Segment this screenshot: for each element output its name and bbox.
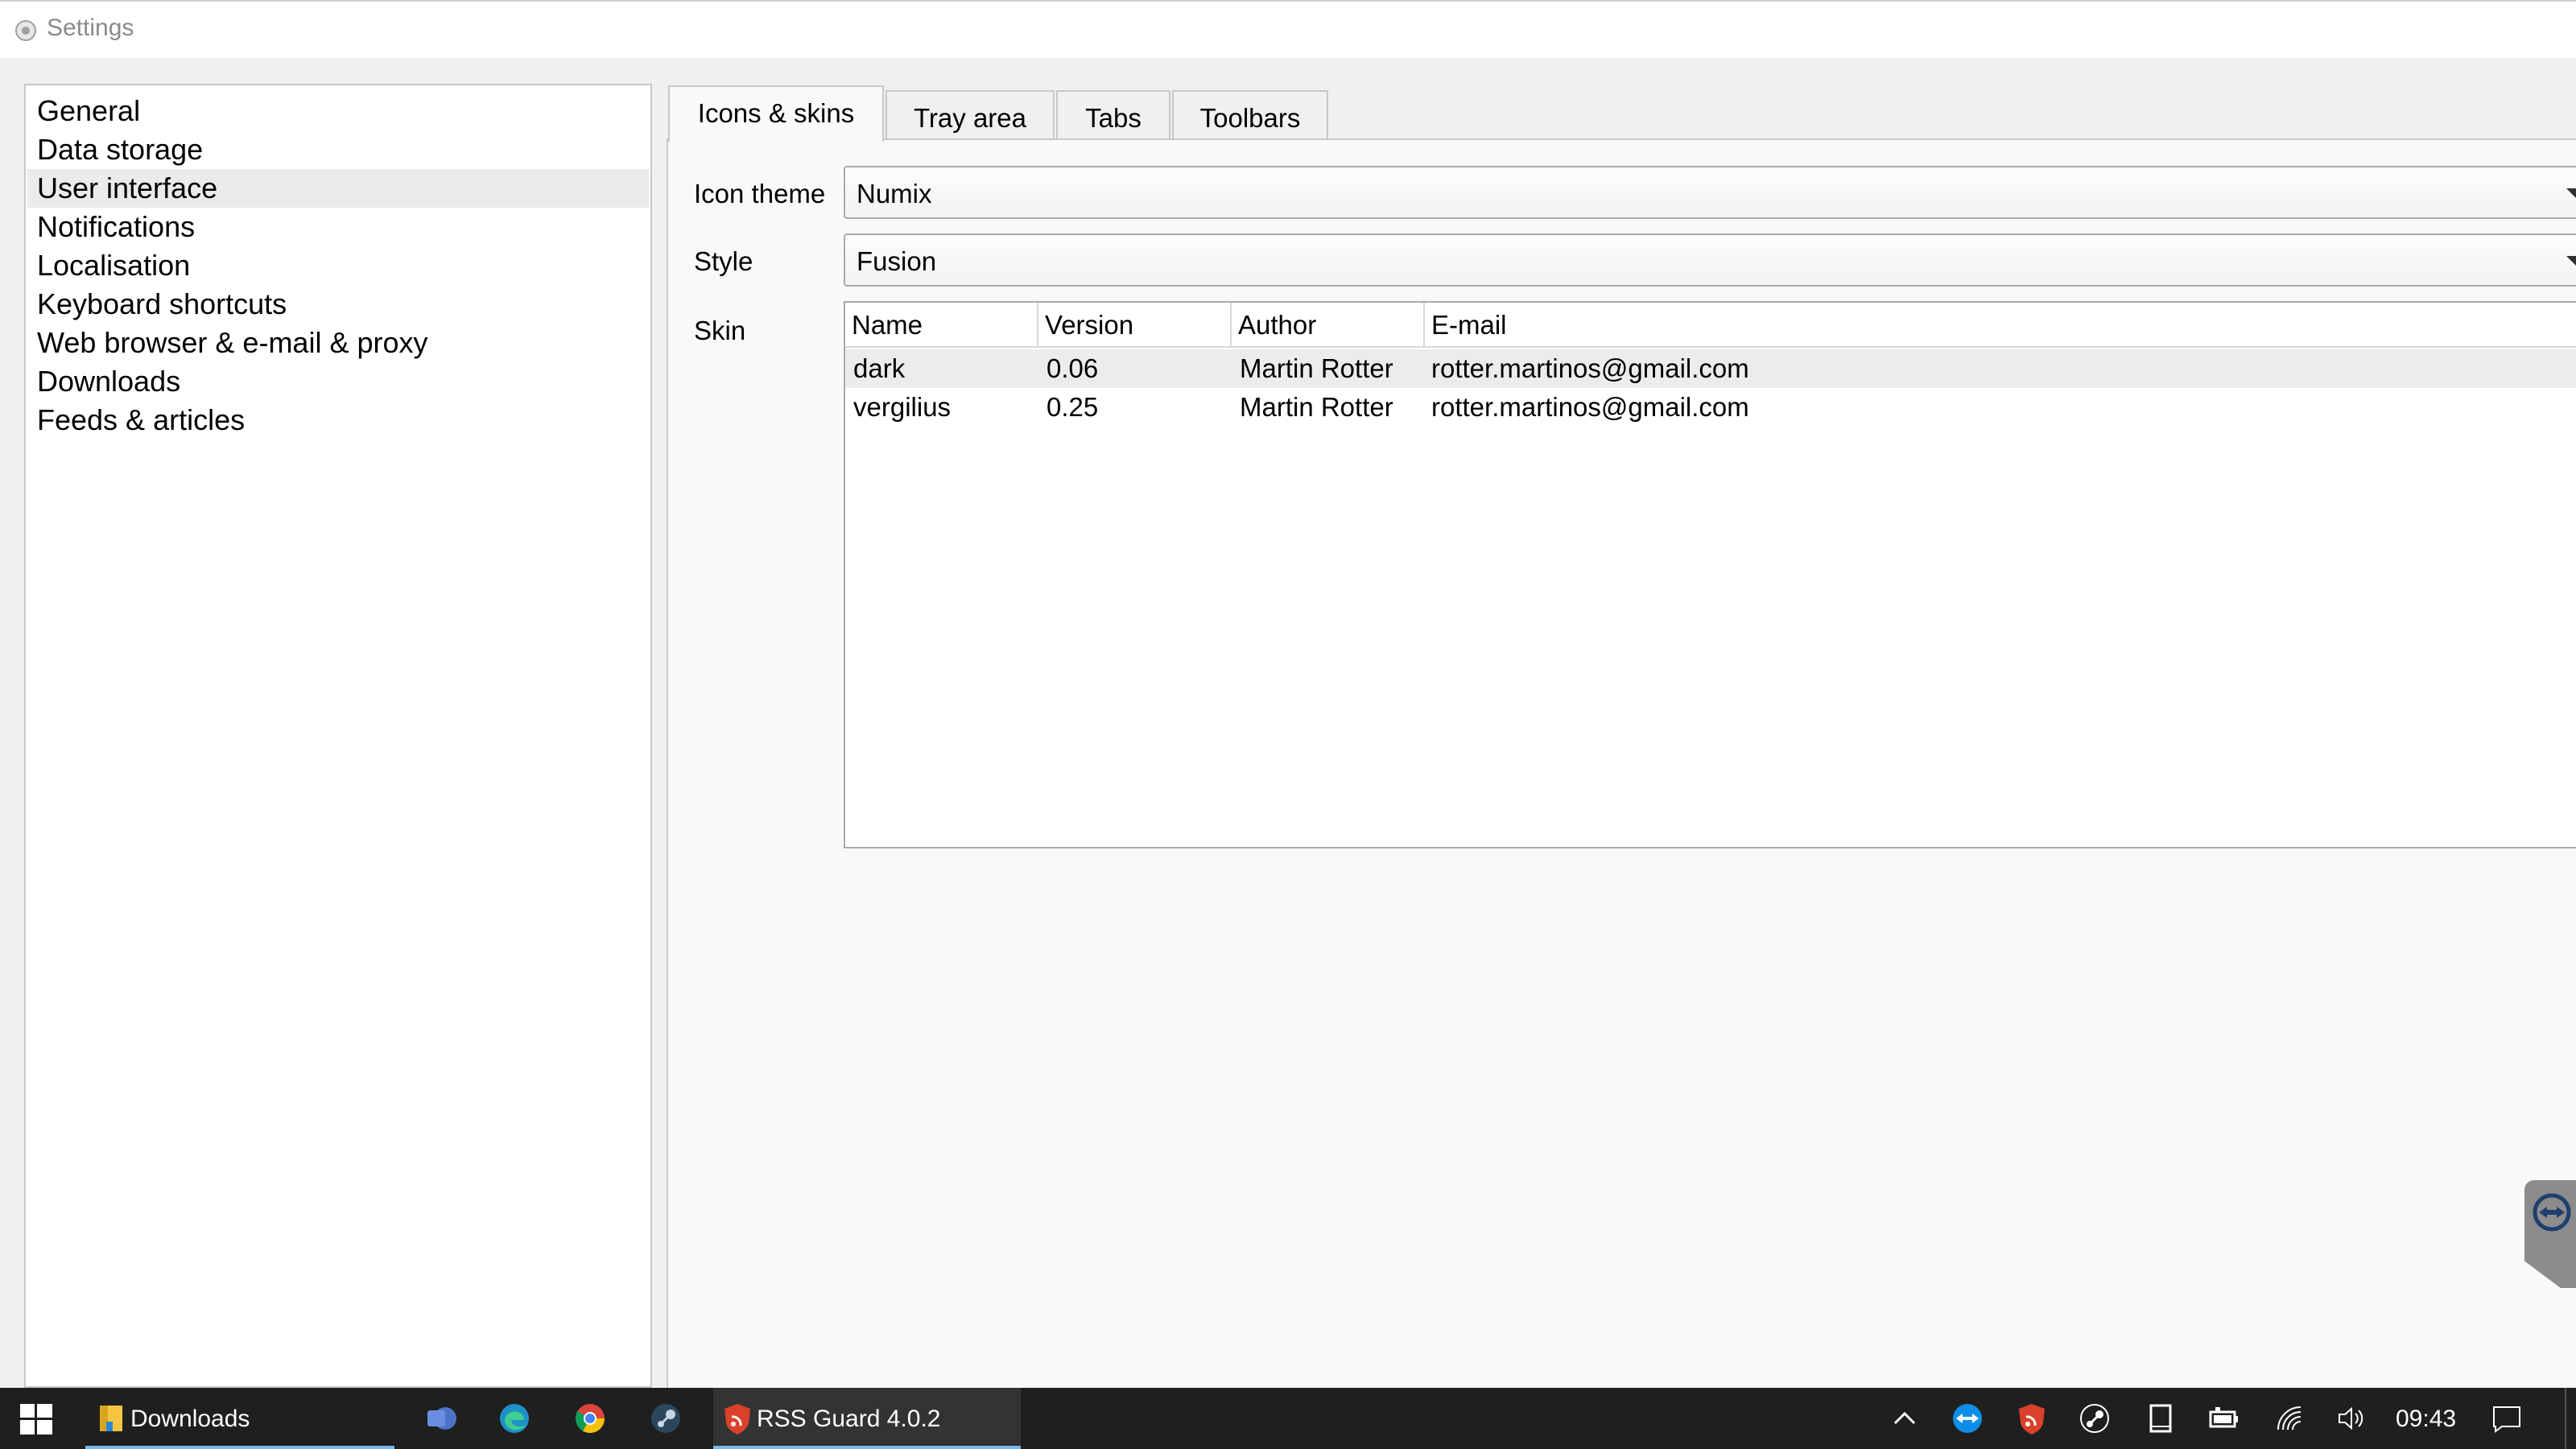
start-button[interactable] <box>0 1388 72 1449</box>
teams-icon <box>427 1407 456 1430</box>
cell-author: Martin Rotter <box>1240 353 1393 383</box>
file-explorer-icon <box>100 1406 122 1431</box>
nav-item-downloads[interactable]: Downloads <box>27 362 649 401</box>
teamviewer-icon[interactable] <box>1951 1402 1984 1435</box>
rss-guard-tray-icon[interactable] <box>2016 1402 2048 1435</box>
table-row[interactable]: vergilius 0.25 Martin Rotter rotter.mart… <box>845 388 2576 427</box>
window-title-bar: Settings <box>0 0 2576 58</box>
cell-version: 0.25 <box>1046 392 1099 422</box>
cell-name: dark <box>853 353 906 383</box>
style-value: Fusion <box>857 246 937 276</box>
nav-item-feeds-articles[interactable]: Feeds & articles <box>27 401 649 440</box>
action-center-icon[interactable] <box>2491 1402 2523 1435</box>
edge-icon <box>500 1404 529 1433</box>
rss-guard-icon <box>724 1404 750 1435</box>
taskbar-clock[interactable]: 09:43 <box>2396 1406 2456 1433</box>
tab-tray-area-label: Tray area <box>914 103 1026 133</box>
nav-item-user-interface[interactable]: User interface <box>27 169 649 208</box>
windows-start-icon <box>20 1404 52 1435</box>
tab-icons-skins[interactable]: Icons & skins <box>668 85 884 142</box>
tablet-icon[interactable] <box>2145 1402 2177 1435</box>
cell-email: rotter.martinos@gmail.com <box>1431 392 1749 422</box>
icon-theme-value: Numix <box>857 179 932 208</box>
style-label: Style <box>694 246 753 276</box>
taskbar: Downloads RSS Guard 4.0.2 09:43 <box>0 1388 2576 1449</box>
icon-theme-combobox[interactable]: Numix <box>844 166 2576 219</box>
nav-item-localisation[interactable]: Localisation <box>27 246 649 285</box>
column-header-name[interactable]: Name <box>845 303 1038 346</box>
column-header-version[interactable]: Version <box>1038 303 1232 346</box>
skins-table[interactable]: Name Version Author E-mail dark 0.06 Mar… <box>844 301 2576 848</box>
steam-tray-icon[interactable] <box>2079 1402 2111 1435</box>
nav-item-notifications[interactable]: Notifications <box>27 208 649 246</box>
taskbar-app-downloads[interactable]: Downloads <box>85 1388 394 1449</box>
volume-icon[interactable] <box>2336 1402 2368 1435</box>
skin-label: Skin <box>694 316 746 345</box>
style-combobox[interactable]: Fusion <box>844 233 2576 287</box>
column-header-email[interactable]: E-mail <box>1425 303 2576 346</box>
tab-tabs[interactable]: Tabs <box>1056 90 1170 142</box>
tab-toolbars[interactable]: Toolbars <box>1172 90 1328 142</box>
taskbar-app-rss-guard-label: RSS Guard 4.0.2 <box>757 1406 941 1432</box>
taskbar-pinned-chrome[interactable] <box>570 1388 610 1449</box>
nav-item-keyboard-shortcuts[interactable]: Keyboard shortcuts <box>27 285 649 324</box>
taskbar-pinned-steam[interactable] <box>646 1388 686 1449</box>
show-hidden-icons-chevron-icon[interactable] <box>1889 1402 1921 1435</box>
cell-email: rotter.martinos@gmail.com <box>1431 353 1749 383</box>
wifi-icon[interactable] <box>2273 1402 2306 1435</box>
taskbar-app-rss-guard[interactable]: RSS Guard 4.0.2 <box>713 1388 1021 1449</box>
chevron-down-icon <box>2566 256 2576 266</box>
settings-gear-icon <box>15 20 36 41</box>
tab-toolbars-label: Toolbars <box>1199 103 1301 133</box>
steam-icon <box>651 1404 680 1433</box>
window-title: Settings <box>47 14 134 41</box>
tab-icons-skins-label: Icons & skins <box>697 98 855 128</box>
chrome-icon <box>575 1404 605 1434</box>
nav-item-web-browser-email-proxy[interactable]: Web browser & e-mail & proxy <box>27 324 649 362</box>
taskbar-pinned-teams[interactable] <box>420 1388 460 1449</box>
nav-item-general[interactable]: General <box>27 92 649 130</box>
cell-author: Martin Rotter <box>1240 392 1393 422</box>
nav-item-data-storage[interactable]: Data storage <box>27 130 649 169</box>
taskbar-app-downloads-label: Downloads <box>130 1406 250 1432</box>
tab-tray-area[interactable]: Tray area <box>886 90 1055 142</box>
show-desktop-button[interactable] <box>2565 1388 2566 1449</box>
chevron-down-icon <box>2566 188 2576 198</box>
icon-theme-label: Icon theme <box>694 179 826 208</box>
table-row[interactable]: dark 0.06 Martin Rotter rotter.martinos@… <box>845 349 2576 388</box>
cell-version: 0.06 <box>1046 353 1099 383</box>
settings-category-list[interactable]: General Data storage User interface Noti… <box>24 84 652 1388</box>
tab-tabs-label: Tabs <box>1085 103 1141 133</box>
battery-icon[interactable] <box>2207 1402 2240 1435</box>
table-header: Name Version Author E-mail <box>845 303 2576 348</box>
cell-name: vergilius <box>853 392 952 422</box>
taskbar-pinned-edge[interactable] <box>494 1388 535 1449</box>
teamviewer-icon <box>2533 1193 2571 1232</box>
column-header-author[interactable]: Author <box>1232 303 1425 346</box>
